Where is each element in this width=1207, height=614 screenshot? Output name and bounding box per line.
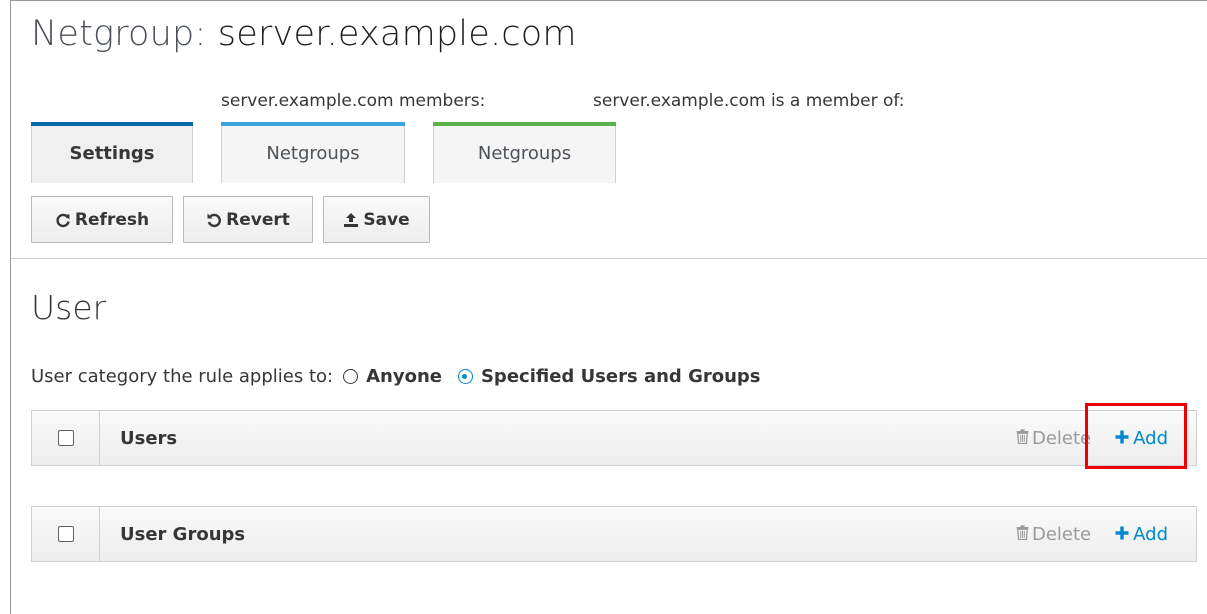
users-table-header: Users Delete Add xyxy=(31,410,1197,466)
revert-button[interactable]: Revert xyxy=(183,196,313,243)
user-category-row: User category the rule applies to: Anyon… xyxy=(31,366,761,387)
anyone-radio-label[interactable]: Anyone xyxy=(366,366,442,387)
undo-icon xyxy=(206,212,222,228)
tab-accent-bar xyxy=(221,122,405,126)
tab-label: Netgroups xyxy=(266,142,360,164)
user-groups-table-header: User Groups Delete Add xyxy=(31,506,1197,562)
tab-accent-bar xyxy=(433,122,616,126)
refresh-icon xyxy=(55,212,71,228)
users-delete-button[interactable]: Delete xyxy=(1016,428,1091,449)
members-tab-group-label: server.example.com members: xyxy=(221,91,486,111)
save-label: Save xyxy=(363,209,410,230)
users-actions: Delete Add xyxy=(1016,411,1168,465)
user-category-label: User category the rule applies to: xyxy=(31,366,334,387)
anyone-radio[interactable] xyxy=(343,369,359,384)
users-column-title: Users xyxy=(120,427,178,449)
users-select-all-cell xyxy=(32,411,100,465)
user-groups-add-label: Add xyxy=(1133,523,1168,545)
tab-accent-bar xyxy=(31,122,193,126)
user-groups-select-all-checkbox[interactable] xyxy=(57,526,74,542)
tab-member-of-netgroups[interactable]: Netgroups xyxy=(433,122,616,183)
refresh-button[interactable]: Refresh xyxy=(31,196,173,243)
section-divider xyxy=(11,258,1207,259)
section-title: User xyxy=(31,288,107,327)
refresh-label: Refresh xyxy=(74,209,150,230)
save-button[interactable]: Save xyxy=(323,196,430,243)
tab-settings[interactable]: Settings xyxy=(31,122,193,183)
users-delete-label: Delete xyxy=(1031,427,1092,449)
user-groups-actions: Delete Add xyxy=(1016,507,1168,561)
user-groups-select-all-cell xyxy=(32,507,100,561)
user-groups-delete-button[interactable]: Delete xyxy=(1016,524,1091,545)
user-groups-add-button[interactable]: Add xyxy=(1115,524,1168,545)
specified-users-radio-label[interactable]: Specified Users and Groups xyxy=(481,366,761,387)
tab-members-netgroups[interactable]: Netgroups xyxy=(221,122,405,183)
plus-icon xyxy=(1115,524,1129,545)
trash-icon xyxy=(1016,524,1029,545)
user-groups-column-title: User Groups xyxy=(120,523,246,545)
page-title-entity: server.example.com xyxy=(217,14,577,54)
member-of-tab-group-label: server.example.com is a member of: xyxy=(593,91,905,111)
users-add-label: Add xyxy=(1133,427,1168,449)
tab-label: Netgroups xyxy=(477,142,572,164)
users-add-button[interactable]: Add xyxy=(1115,428,1168,449)
upload-icon xyxy=(343,212,359,228)
page-title-prefix: Netgroup: xyxy=(31,14,207,54)
tab-label: Settings xyxy=(69,142,155,164)
revert-label: Revert xyxy=(226,209,290,230)
specified-users-radio[interactable] xyxy=(457,369,473,384)
page-title: Netgroup: server.example.com xyxy=(31,14,577,54)
user-groups-delete-label: Delete xyxy=(1031,523,1092,545)
users-select-all-checkbox[interactable] xyxy=(57,430,74,446)
plus-icon xyxy=(1115,428,1129,449)
trash-icon xyxy=(1016,428,1029,449)
